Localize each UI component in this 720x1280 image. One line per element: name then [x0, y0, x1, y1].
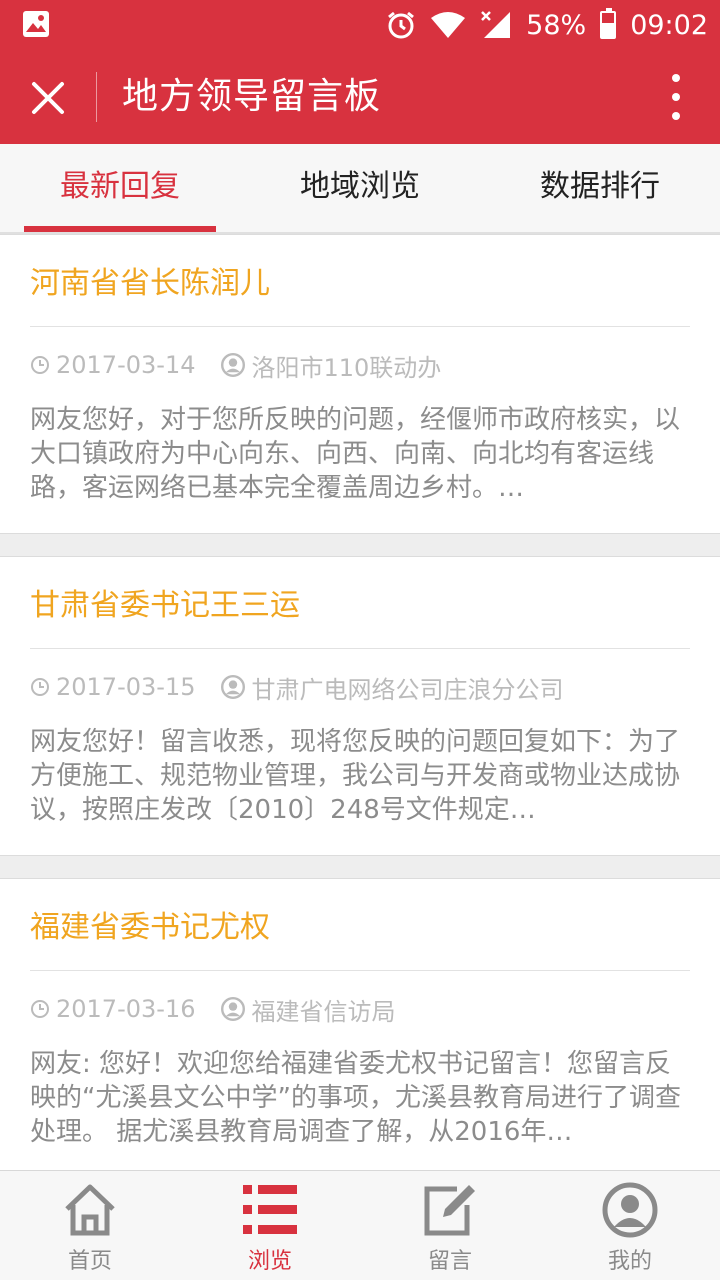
user-icon [602, 1182, 658, 1238]
home-icon [65, 1184, 115, 1236]
tab-bar: 最新回复 地域浏览 数据排行 [0, 144, 720, 234]
post-meta: 2017-03-14 洛阳市110联动办 [30, 327, 690, 397]
nav-mine[interactable]: 我的 [540, 1171, 720, 1280]
tab-latest-replies[interactable]: 最新回复 [0, 144, 240, 232]
app-bar-divider [96, 72, 97, 122]
post-summary: 网友您好！留言收悉，现将您反映的问题回复如下：为了方便施工、规范物业管理，我公司… [30, 727, 681, 825]
post-card[interactable]: 甘肃省委书记王三运 2017-03-15 甘肃广电网络公司庄浪分公司 网友您好！… [0, 556, 720, 856]
nav-browse-label: 浏览 [247, 1249, 292, 1274]
cell-signal-icon [481, 11, 511, 38]
post-title[interactable]: 福建省委书记尤权 [30, 879, 690, 971]
post-summary: 网友: 您好！欢迎您给福建省委尤权书记留言！您留言反映的“尤溪县文公中学”的事项… [30, 1049, 681, 1147]
post-title[interactable]: 甘肃省委书记王三运 [30, 557, 690, 649]
post-meta: 2017-03-16 福建省信访局 [30, 971, 690, 1041]
page-title: 地方领导留言板 [122, 76, 382, 117]
status-bar: 58% 09:02 [0, 0, 720, 50]
list-icon [243, 1185, 297, 1234]
user-icon [221, 997, 246, 1021]
clock: 09:02 [630, 9, 708, 41]
clock-icon [31, 678, 49, 696]
user-icon [221, 353, 246, 377]
clock-icon [31, 1000, 49, 1018]
battery-icon [600, 8, 617, 39]
nav-mine-label: 我的 [607, 1249, 652, 1274]
nav-home[interactable]: 首页 [0, 1171, 180, 1280]
post-list: 河南省省长陈润儿 2017-03-14 洛阳市110联动办 网友您好，对于您所反… [0, 234, 720, 1170]
edit-icon [424, 1185, 475, 1236]
nav-message-label: 留言 [427, 1249, 472, 1274]
post-card[interactable]: 福建省委书记尤权 2017-03-16 福建省信访局 网友: 您好！欢迎您给福建… [0, 878, 720, 1170]
post-title[interactable]: 河南省省长陈润儿 [30, 235, 690, 327]
post-department: 甘肃广电网络公司庄浪分公司 [251, 675, 564, 704]
tab-region-browse[interactable]: 地域浏览 [240, 144, 480, 232]
post-date: 2017-03-15 [56, 673, 196, 701]
alarm-icon [388, 11, 415, 39]
battery-percent: 58% [526, 9, 587, 41]
post-card[interactable]: 河南省省长陈润儿 2017-03-14 洛阳市110联动办 网友您好，对于您所反… [0, 234, 720, 534]
nav-message[interactable]: 留言 [360, 1171, 540, 1280]
wifi-icon [431, 12, 466, 38]
tab-data-ranking[interactable]: 数据排行 [480, 144, 720, 232]
post-summary: 网友您好，对于您所反映的问题，经偃师市政府核实，以大口镇政府为中心向东、向西、向… [30, 405, 681, 503]
more-options-icon[interactable] [670, 74, 682, 120]
bottom-nav: 首页 浏览 留言 我的 [0, 1170, 720, 1280]
user-icon [221, 675, 246, 699]
post-department: 福建省信访局 [251, 997, 396, 1026]
nav-browse[interactable]: 浏览 [180, 1171, 360, 1280]
post-meta: 2017-03-15 甘肃广电网络公司庄浪分公司 [30, 649, 690, 719]
clock-icon [31, 356, 49, 374]
post-date: 2017-03-14 [56, 351, 196, 379]
post-department: 洛阳市110联动办 [251, 353, 442, 382]
app-bar: 地方领导留言板 [0, 50, 720, 144]
close-icon[interactable] [28, 78, 68, 118]
post-date: 2017-03-16 [56, 995, 196, 1023]
image-notification-icon [23, 11, 49, 37]
nav-home-label: 首页 [67, 1249, 112, 1274]
